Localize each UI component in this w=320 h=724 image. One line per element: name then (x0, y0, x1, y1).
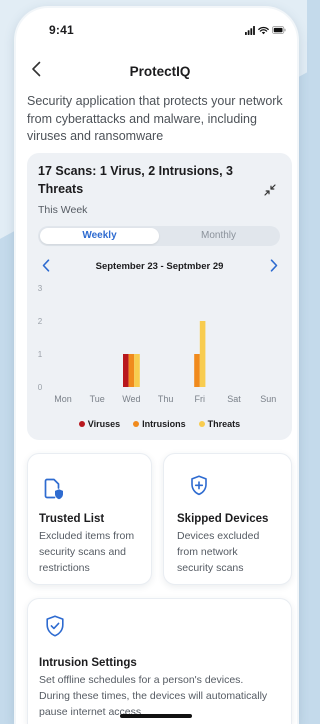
tab-weekly[interactable]: Weekly (40, 228, 159, 244)
chevron-left-icon (42, 259, 50, 275)
intrusion-settings-card[interactable]: Intrusion Settings Set offline schedules… (27, 598, 292, 724)
y-tick-label: 1 (38, 350, 43, 359)
card-title: Skipped Devices (177, 513, 269, 525)
skipped-devices-card[interactable]: Skipped Devices Devices excluded from ne… (163, 453, 292, 585)
card-description: Set offline schedules for a person's dev… (39, 674, 268, 718)
status-icons (245, 25, 286, 35)
x-tick-label: Wed (122, 394, 140, 404)
bar-wed-intrusions (128, 354, 135, 387)
scan-bar-chart: 0 1 2 3 Mon Tue Wed Thu Fri Sat Sun (38, 284, 276, 404)
bar-fri-threats (199, 321, 206, 387)
phone-frame: 9:41 ProtectIQ Security application that… (16, 8, 297, 724)
legend-item-viruses: Viruses (78, 418, 121, 430)
collapse-arrows-icon (264, 183, 276, 199)
legend-item-intrusions: Intrusions (133, 418, 186, 430)
legend-dot (198, 421, 205, 427)
battery-icon (272, 26, 286, 34)
shield-plus-icon (190, 475, 208, 496)
status-time: 9:41 (49, 23, 74, 37)
card-description: Devices excluded from network security s… (177, 530, 260, 574)
previous-week-button[interactable] (39, 259, 53, 275)
next-week-button[interactable] (267, 259, 281, 275)
legend-item-threats: Threats (198, 418, 241, 430)
x-tick-label: Sat (227, 394, 241, 404)
back-button[interactable] (26, 60, 46, 80)
y-tick-label: 0 (38, 383, 43, 392)
legend-dot (133, 421, 140, 427)
y-tick-label: 2 (38, 317, 43, 326)
trusted-list-card[interactable]: Trusted List Excluded items from securit… (27, 453, 152, 585)
legend-label: Intrusions (142, 419, 186, 429)
x-tick-label: Thu (158, 394, 174, 404)
legend-label: Viruses (87, 419, 121, 429)
cellular-signal-icon (245, 25, 255, 35)
bar-wed-viruses (123, 354, 129, 387)
app-description: Security application that protects your … (27, 94, 283, 143)
document-shield-icon (43, 478, 64, 500)
chart-legend: Viruses Intrusions Threats (27, 418, 292, 430)
y-tick-label: 3 (38, 284, 43, 293)
card-title: Intrusion Settings (39, 657, 137, 669)
period-label: This Week (38, 204, 88, 216)
period-toggle: Weekly Monthly (38, 226, 280, 246)
scan-summary-card: 17 Scans: 1 Virus, 2 Intrusions, 3 Threa… (27, 153, 292, 440)
x-tick-label: Mon (54, 394, 72, 404)
card-description: Excluded items from security scans and r… (39, 530, 135, 574)
bar-fri-intrusions (194, 354, 200, 387)
legend-label: Threats (207, 419, 241, 429)
page-title: ProtectIQ (129, 64, 191, 79)
scan-summary-heading: 17 Scans: 1 Virus, 2 Intrusions, 3 Threa… (38, 164, 233, 196)
wifi-icon (258, 26, 269, 35)
card-title: Trusted List (39, 513, 105, 525)
shield-check-icon (45, 615, 65, 637)
bar-wed-threats (134, 354, 140, 387)
collapse-button[interactable] (263, 183, 277, 199)
home-indicator (120, 714, 192, 718)
date-range-label: September 23 - Septmber 29 (95, 261, 224, 272)
x-tick-label: Fri (195, 394, 206, 404)
chevron-left-icon (31, 61, 41, 80)
chevron-right-icon (270, 259, 278, 275)
x-tick-label: Sun (260, 394, 276, 404)
tab-monthly[interactable]: Monthly (159, 228, 278, 244)
x-tick-label: Tue (90, 394, 105, 404)
legend-dot (78, 421, 85, 427)
